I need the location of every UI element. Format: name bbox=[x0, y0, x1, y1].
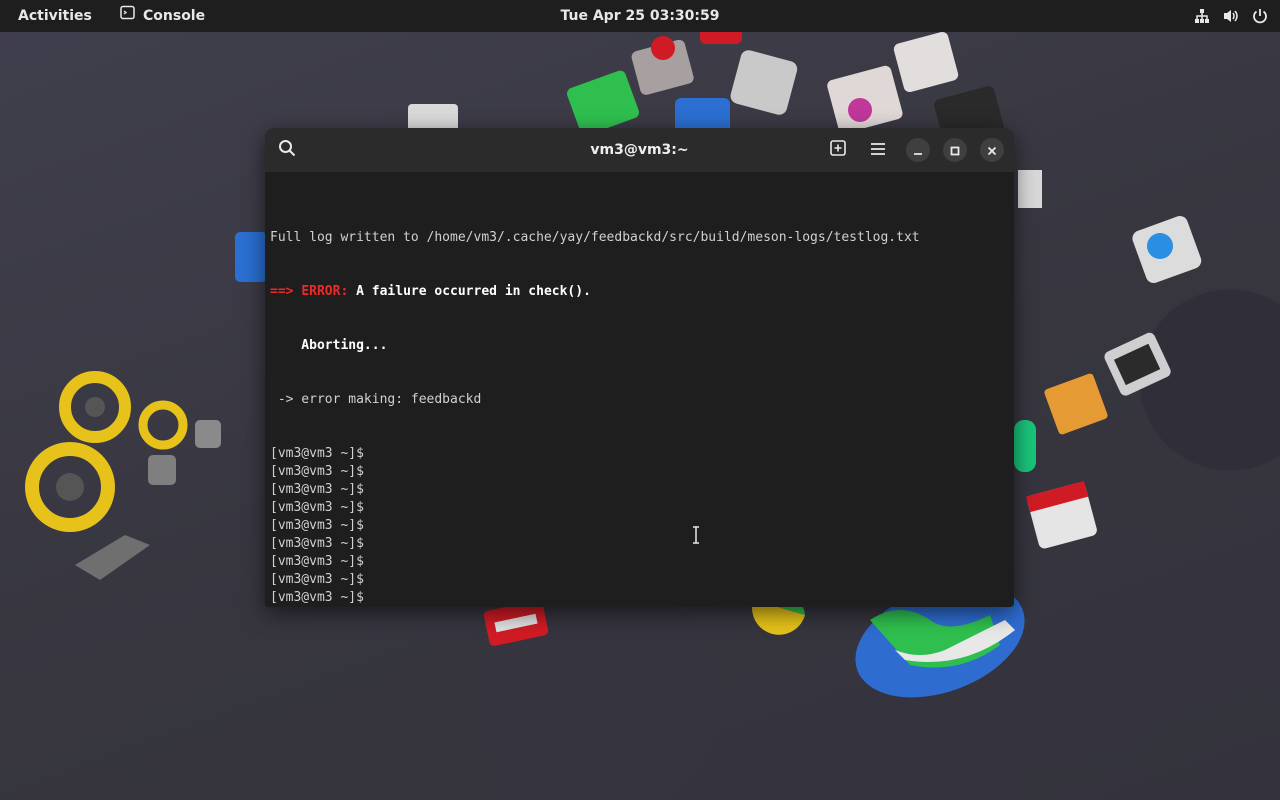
prompt-line: [vm3@vm3 ~]$ bbox=[270, 571, 1005, 589]
top-bar: Activities Console Tue Apr 25 03:30:59 bbox=[0, 0, 1280, 32]
shell-prompt: [vm3@vm3 ~]$ bbox=[270, 590, 364, 605]
making-error-line: -> error making: feedbackd bbox=[270, 392, 482, 407]
search-icon bbox=[278, 139, 296, 161]
shell-prompt: [vm3@vm3 ~]$ bbox=[270, 464, 364, 479]
activities-button[interactable]: Activities bbox=[18, 0, 92, 32]
shell-prompt: [vm3@vm3 ~]$ bbox=[270, 518, 364, 533]
app-menu-label: Console bbox=[143, 8, 206, 24]
terminal-window[interactable]: vm3@vm3:~ Full log written to /home/vm3/… bbox=[265, 128, 1014, 607]
prompt-lines: [vm3@vm3 ~]$ [vm3@vm3 ~]$ [vm3@vm3 ~]$ [vm3… bbox=[270, 445, 1005, 607]
shell-prompt: [vm3@vm3 ~]$ bbox=[270, 500, 364, 515]
terminal-output[interactable]: Full log written to /home/vm3/.cache/yay… bbox=[270, 193, 1005, 605]
error-arrow: ==> bbox=[270, 284, 294, 299]
window-title: vm3@vm3:~ bbox=[590, 142, 689, 158]
main-menu-button[interactable] bbox=[864, 136, 892, 164]
maximize-icon bbox=[950, 141, 960, 160]
prompt-line: [vm3@vm3 ~]$ bbox=[270, 499, 1005, 517]
power-icon[interactable] bbox=[1252, 8, 1268, 24]
prompt-line: [vm3@vm3 ~]$ bbox=[270, 535, 1005, 553]
minimize-icon bbox=[913, 141, 923, 160]
shell-prompt: [vm3@vm3 ~]$ bbox=[270, 482, 364, 497]
minimize-button[interactable] bbox=[906, 138, 930, 162]
shell-prompt: [vm3@vm3 ~]$ bbox=[270, 446, 364, 461]
text-cursor-icon bbox=[691, 526, 701, 548]
new-tab-button[interactable] bbox=[824, 136, 852, 164]
header-bar[interactable]: vm3@vm3:~ bbox=[265, 128, 1014, 172]
prompt-line: [vm3@vm3 ~]$ bbox=[270, 481, 1005, 499]
menu-icon bbox=[870, 141, 886, 160]
new-tab-icon bbox=[830, 140, 846, 160]
prompt-line: [vm3@vm3 ~]$ bbox=[270, 517, 1005, 535]
clock[interactable]: Tue Apr 25 03:30:59 bbox=[561, 8, 720, 24]
shell-prompt: [vm3@vm3 ~]$ bbox=[270, 554, 364, 569]
prompt-line: [vm3@vm3 ~]$ bbox=[270, 445, 1005, 463]
prompt-line: [vm3@vm3 ~]$ bbox=[270, 553, 1005, 571]
prompt-line: [vm3@vm3 ~]$ bbox=[270, 463, 1005, 481]
aborting-line: Aborting... bbox=[270, 338, 388, 353]
close-button[interactable] bbox=[980, 138, 1004, 162]
error-label: ERROR: bbox=[301, 284, 349, 299]
system-tray[interactable] bbox=[1194, 0, 1268, 32]
network-icon[interactable] bbox=[1194, 8, 1210, 24]
shell-prompt: [vm3@vm3 ~]$ bbox=[270, 572, 364, 587]
close-icon bbox=[987, 141, 997, 160]
search-button[interactable] bbox=[273, 136, 301, 164]
prompt-line: [vm3@vm3 ~]$ bbox=[270, 589, 1005, 607]
log-path-line: Full log written to /home/vm3/.cache/yay… bbox=[270, 230, 920, 245]
error-message: A failure occurred in check(). bbox=[356, 284, 591, 299]
maximize-button[interactable] bbox=[943, 138, 967, 162]
error-line: ==> ERROR: A failure occurred in check()… bbox=[270, 283, 1005, 301]
volume-icon[interactable] bbox=[1222, 8, 1240, 24]
app-menu[interactable]: Console bbox=[120, 0, 205, 32]
shell-prompt: [vm3@vm3 ~]$ bbox=[270, 536, 364, 551]
console-app-icon bbox=[120, 0, 135, 32]
